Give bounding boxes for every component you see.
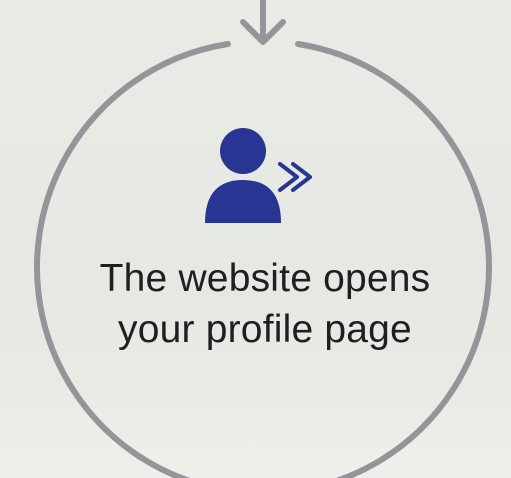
process-step-card: The website opens your profile page xyxy=(0,0,511,478)
double-chevron-icon xyxy=(278,162,312,192)
user-head xyxy=(220,128,266,174)
user-body xyxy=(205,180,281,223)
caption-line-2: your profile page xyxy=(118,308,412,351)
process-step-diagram xyxy=(34,0,492,478)
step-caption: The website opens your profile page xyxy=(30,253,500,355)
caption-line-1: The website opens xyxy=(99,257,431,300)
user-redirect-icon xyxy=(205,128,312,223)
incoming-arrow xyxy=(240,0,286,45)
